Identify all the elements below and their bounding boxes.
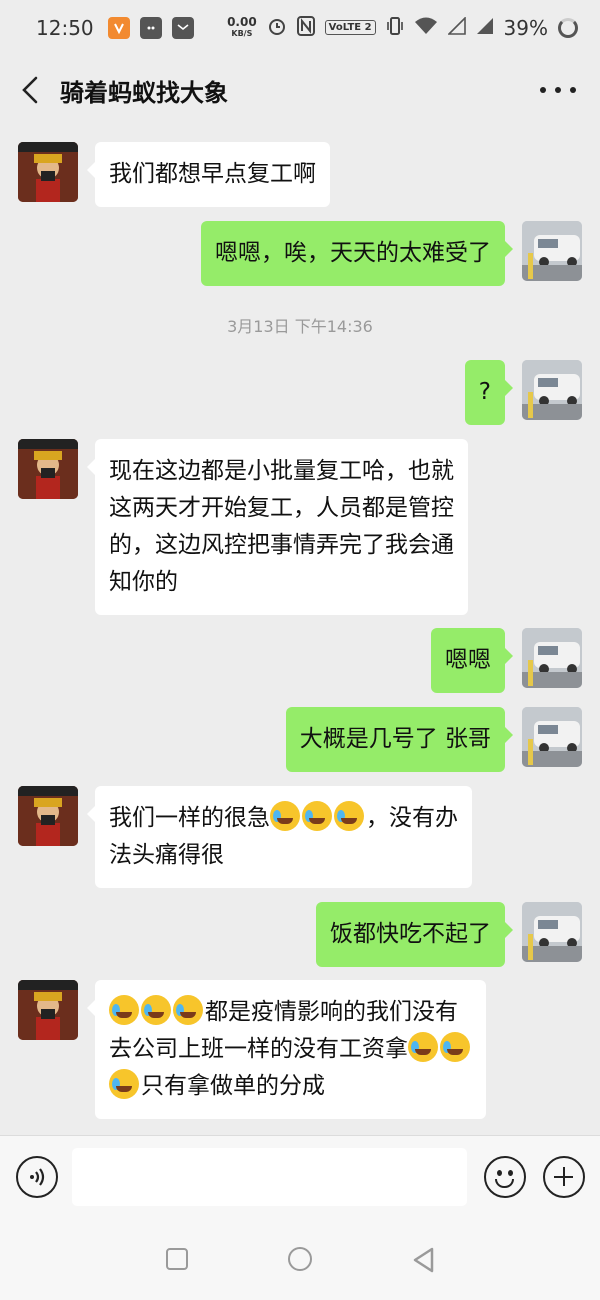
crying-laughing-emoji-icon	[334, 801, 364, 831]
my-avatar[interactable]	[522, 902, 582, 962]
message-bubble-received[interactable]: 都是疫情影响的我们没有 去公司上班一样的没有工资拿 只有拿做单的分成	[87, 980, 486, 1119]
input-bar	[0, 1135, 600, 1220]
message-input[interactable]	[72, 1148, 467, 1206]
message-line: 只有拿做单的分成	[109, 1068, 472, 1105]
triangle-back-icon	[413, 1247, 434, 1273]
message-bubble-received[interactable]: 现在这边都是小批量复工哈，也就 这两天才开始复工，人员都是管控 的，这边风控把事…	[87, 439, 468, 615]
message-bubble-received[interactable]: 我们一样的很急 ，没有办 法头痛得很	[87, 786, 472, 888]
chat-title: 骑着蚂蚁找大象	[60, 78, 228, 107]
message-bubble-sent[interactable]: 嗯嗯	[431, 628, 513, 693]
crying-laughing-emoji-icon	[408, 1032, 438, 1062]
message-bubble-sent[interactable]: 大概是几号了 张哥	[285, 707, 514, 772]
message-line: 现在这边都是小批量复工哈，也就	[109, 458, 454, 484]
network-speed-unit: KB/S	[231, 28, 253, 38]
message-line: 法头痛得很	[109, 842, 224, 868]
recent-apps-button[interactable]	[166, 1248, 188, 1270]
message-text: 我们一样的很急	[109, 805, 270, 831]
crying-laughing-emoji-icon	[302, 801, 332, 831]
crying-laughing-emoji-icon	[109, 1069, 139, 1099]
status-bar: 12:50 0.00 KB/S VoLTE 2 39%	[0, 0, 600, 55]
message-text: ，没有办	[366, 805, 458, 831]
message-text: 只有拿做单的分成	[141, 1073, 325, 1099]
signal-empty-icon	[446, 15, 466, 39]
message-line: 这两天才开始复工，人员都是管控	[109, 495, 454, 521]
message-line: 我们一样的很急 ，没有办	[109, 800, 458, 837]
notification-icons	[107, 16, 194, 39]
voice-input-button[interactable]	[16, 1156, 58, 1198]
alarm-icon	[267, 16, 287, 40]
crying-laughing-emoji-icon	[173, 995, 203, 1025]
contact-avatar[interactable]	[18, 439, 78, 499]
signal-full-icon	[476, 17, 494, 39]
status-time: 12:50	[36, 15, 94, 40]
message-bubble-sent[interactable]: 饭都快吃不起了	[316, 902, 513, 967]
message-bubble-sent[interactable]: ?	[464, 360, 514, 425]
more-dots-icon	[540, 87, 546, 93]
crying-laughing-emoji-icon	[440, 1032, 470, 1062]
message-line: 去公司上班一样的没有工资拿	[109, 1031, 472, 1068]
vibrate-icon	[386, 16, 404, 40]
wifi-icon	[414, 17, 438, 39]
more-button[interactable]	[540, 77, 576, 103]
home-button[interactable]	[288, 1247, 312, 1271]
mail-notification-icon	[171, 16, 194, 39]
more-functions-button[interactable]	[543, 1156, 585, 1198]
back-button[interactable]	[0, 55, 60, 125]
my-avatar[interactable]	[522, 707, 582, 767]
message-text: 都是疫情影响的我们没有	[205, 999, 458, 1025]
status-right: 0.00 KB/S VoLTE 2 39%	[227, 14, 578, 40]
my-avatar[interactable]	[522, 221, 582, 281]
message-list[interactable]: 我们都想早点复工啊 嗯嗯，唉，天天的太难受了 3月13日 下午14:36 ? 现…	[0, 125, 600, 1135]
contact-avatar[interactable]	[18, 786, 78, 846]
message-bubble-received[interactable]: 我们都想早点复工啊	[87, 142, 330, 207]
message-line: 知你的	[109, 569, 178, 595]
chat-header: 骑着蚂蚁找大象	[0, 55, 600, 125]
message-bubble-sent[interactable]: 嗯嗯，唉，天天的太难受了	[201, 221, 513, 286]
system-navigation-bar	[0, 1220, 600, 1300]
voice-icon	[30, 1168, 45, 1186]
system-back-button[interactable]	[412, 1247, 436, 1277]
contact-avatar[interactable]	[18, 142, 78, 202]
battery-icon	[558, 17, 578, 38]
crying-laughing-emoji-icon	[109, 995, 139, 1025]
uc-browser-icon	[107, 16, 130, 39]
message-line: 都是疫情影响的我们没有	[109, 994, 472, 1031]
contact-avatar[interactable]	[18, 980, 78, 1040]
message-timestamp: 3月13日 下午14:36	[227, 317, 373, 336]
my-avatar[interactable]	[522, 360, 582, 420]
chevron-left-icon	[22, 76, 38, 104]
my-avatar[interactable]	[522, 628, 582, 688]
battery-percent: 39%	[503, 15, 548, 40]
app-notification-icon	[139, 16, 162, 39]
network-speed: 0.00 KB/S	[227, 14, 257, 39]
smiley-icon	[497, 1170, 502, 1176]
more-dot	[570, 87, 576, 93]
emoji-button[interactable]	[484, 1156, 526, 1198]
network-speed-value: 0.00	[227, 14, 257, 29]
crying-laughing-emoji-icon	[270, 801, 300, 831]
smiley-eye	[508, 1170, 513, 1176]
volte-badge: VoLTE 2	[324, 20, 376, 35]
message-line: 的，这边风控把事情弄完了我会通	[109, 532, 454, 558]
crying-laughing-emoji-icon	[141, 995, 171, 1025]
smiley-mouth	[495, 1179, 514, 1188]
message-text: 去公司上班一样的没有工资拿	[109, 1036, 408, 1062]
more-dot	[555, 87, 561, 93]
nfc-icon	[296, 15, 315, 40]
